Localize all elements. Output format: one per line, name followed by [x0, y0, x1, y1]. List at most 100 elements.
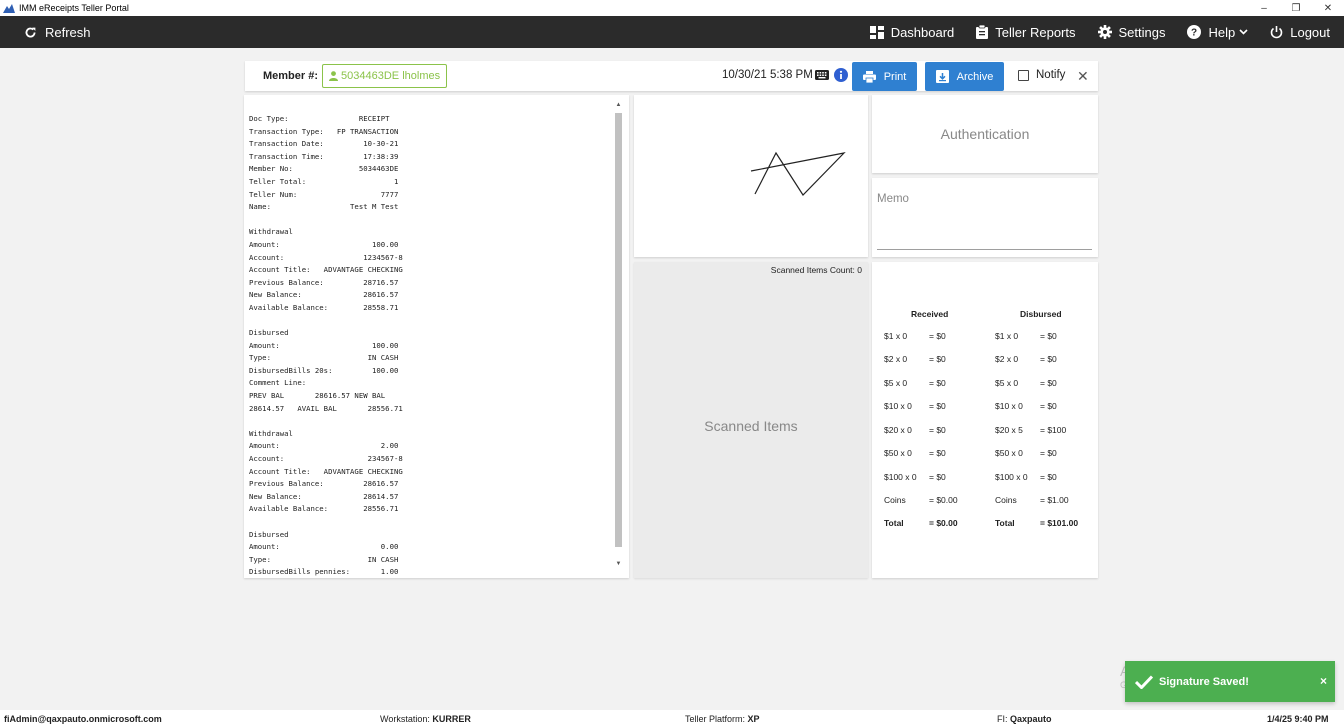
toast-notification: Signature Saved! ×	[1125, 661, 1335, 702]
printer-icon	[862, 70, 876, 83]
received-denomination: $50 x 0	[884, 448, 912, 458]
user-icon	[329, 71, 339, 81]
disbursed-amount: = $101.00	[1040, 518, 1079, 528]
received-denomination: $5 x 0	[884, 378, 908, 388]
receipt-line: PREV BAL 28616.57 NEW BAL	[249, 391, 386, 401]
received-denomination: $20 x 0	[884, 425, 912, 435]
disbursed-denomination: $2 x 0	[995, 354, 1019, 364]
received-denomination: Coins	[884, 495, 906, 505]
receipt-line	[249, 415, 403, 428]
receipt-line: Transaction Type: FP TRANSACTION	[249, 126, 399, 136]
status-datetime: 1/4/25 9:40 PM	[1267, 714, 1329, 724]
receipt-line: Amount: 2.00	[249, 441, 399, 451]
nav-dashboard[interactable]: Dashboard	[869, 24, 955, 40]
info-icon[interactable]	[834, 68, 848, 82]
receipt-line: DisbursedBills 20s: 100.00	[249, 365, 399, 375]
notify-checkbox[interactable]: Notify	[1018, 69, 1065, 81]
receipt-line: Member No: 5034463DE	[249, 164, 399, 174]
scroll-thumb[interactable]	[615, 113, 622, 547]
receipt-line: New Balance: 28616.57	[249, 290, 399, 300]
nav-settings[interactable]: Settings	[1097, 25, 1165, 40]
member-number: 5034463DE lholmes	[341, 70, 441, 82]
scanned-items-count: Scanned Items Count: 0	[770, 265, 862, 275]
scroll-up-arrow-icon[interactable]: ▲	[614, 101, 623, 110]
refresh-label: Refresh	[45, 24, 91, 40]
disbursed-amount: = $0	[1040, 378, 1057, 388]
receipt-line: Previous Balance: 28716.57	[249, 277, 399, 287]
received-amount: = $0.00	[929, 495, 958, 505]
receipt-line: Transaction Time: 17:38:39	[249, 151, 399, 161]
nav-help-label: Help	[1208, 24, 1236, 40]
nav-help[interactable]: ? Help	[1187, 25, 1248, 40]
disbursed-denomination: Coins	[995, 495, 1017, 505]
memo-panel[interactable]: Memo	[872, 178, 1098, 257]
received-denomination: Total	[884, 518, 904, 528]
receipt-line: Name: Test M Test	[249, 202, 399, 212]
receipt-line: Teller Total: 1	[249, 176, 399, 186]
print-button[interactable]: Print	[852, 62, 917, 91]
keyboard-icon[interactable]	[815, 70, 829, 80]
nav-teller-reports-label: Teller Reports	[995, 24, 1076, 40]
receipt-line: Available Balance: 28556.71	[249, 504, 399, 514]
receipt-line: Teller Num: 7777	[249, 189, 399, 199]
received-amount: = $0	[929, 331, 946, 341]
memo-input-underline[interactable]	[877, 249, 1092, 250]
receipt-panel[interactable]: Doc Type: RECEIPT Transaction Type: FP TR…	[244, 95, 629, 578]
received-amount: = $0	[929, 472, 946, 482]
received-amount: = $0	[929, 401, 946, 411]
close-icon[interactable]: ✕	[1077, 68, 1089, 85]
checkmark-icon	[1135, 674, 1153, 689]
window-close-button[interactable]: ✕	[1312, 0, 1344, 16]
signature-panel[interactable]	[634, 95, 868, 257]
disbursed-amount: = $1.00	[1040, 495, 1069, 505]
cash-summary-panel: Received Disbursed $1 x 0 = $0 $2 x 0 = $0 $…	[872, 262, 1098, 578]
received-amount: = $0	[929, 354, 946, 364]
scanned-items-label: Scanned Items	[704, 418, 798, 434]
receipt-line: Amount: 100.00	[249, 239, 399, 249]
toast-message: Signature Saved!	[1159, 675, 1249, 688]
disbursed-denomination: $20 x 5	[995, 425, 1023, 435]
receipt-text: Doc Type: RECEIPT Transaction Type: FP TR…	[249, 113, 403, 578]
memo-label: Memo	[877, 193, 909, 205]
disbursed-header: Disbursed	[1020, 309, 1062, 319]
receipt-line: Transaction Date: 10-30-21	[249, 139, 399, 149]
receipt-line: Type: IN CASH	[249, 554, 399, 564]
gear-icon	[1097, 25, 1112, 39]
toast-close-button[interactable]: ×	[1320, 674, 1327, 688]
authentication-panel[interactable]: Authentication	[872, 95, 1098, 173]
receipt-line: Account Title: ADVANTAGE CHECKING	[249, 466, 403, 476]
receipt-line: Account: 1234567-8	[249, 252, 403, 262]
receipt-line	[249, 516, 403, 529]
disbursed-denomination: $10 x 0	[995, 401, 1023, 411]
status-fi-label: FI:	[997, 714, 1008, 724]
minimize-button[interactable]: –	[1248, 0, 1280, 16]
window-title: IMM eReceipts Teller Portal	[19, 3, 129, 13]
app-navbar: Refresh Dashboard Teller Reports Setting…	[0, 16, 1344, 48]
nav-dashboard-label: Dashboard	[890, 24, 955, 40]
scanned-items-panel[interactable]: Scanned Items Count: 0 Scanned Items	[634, 262, 868, 578]
status-workstation-label: Workstation:	[380, 714, 430, 724]
nav-logout-label: Logout	[1290, 24, 1330, 40]
receipt-line	[249, 315, 403, 328]
nav-logout[interactable]: Logout	[1270, 25, 1330, 40]
archive-icon	[935, 70, 949, 83]
signature-drawing	[750, 151, 846, 196]
receipt-scrollbar[interactable]: ▲ ▼	[614, 99, 623, 575]
restore-button[interactable]: ❐	[1280, 0, 1312, 16]
received-amount: = $0	[929, 425, 946, 435]
disbursed-amount: = $100	[1040, 425, 1067, 435]
notify-label: Notify	[1036, 69, 1066, 81]
receipt-line: Account: 234567-8	[249, 454, 403, 464]
receipt-line: Withdrawal	[249, 227, 293, 237]
member-chip[interactable]: 5034463DE lholmes	[322, 64, 448, 88]
refresh-button[interactable]: Refresh	[24, 25, 91, 40]
nav-teller-reports[interactable]: Teller Reports	[976, 24, 1076, 40]
receipt-line: Disbursed	[249, 529, 289, 539]
svg-text:?: ?	[1191, 28, 1197, 39]
notify-checkbox-box[interactable]	[1018, 69, 1029, 81]
archive-button[interactable]: Archive	[925, 62, 1004, 91]
scroll-down-arrow-icon[interactable]: ▼	[614, 560, 623, 569]
receipt-line: Disbursed	[249, 328, 289, 338]
status-fi: Qaxpauto	[1010, 714, 1052, 724]
disbursed-denomination: $50 x 0	[995, 448, 1023, 458]
